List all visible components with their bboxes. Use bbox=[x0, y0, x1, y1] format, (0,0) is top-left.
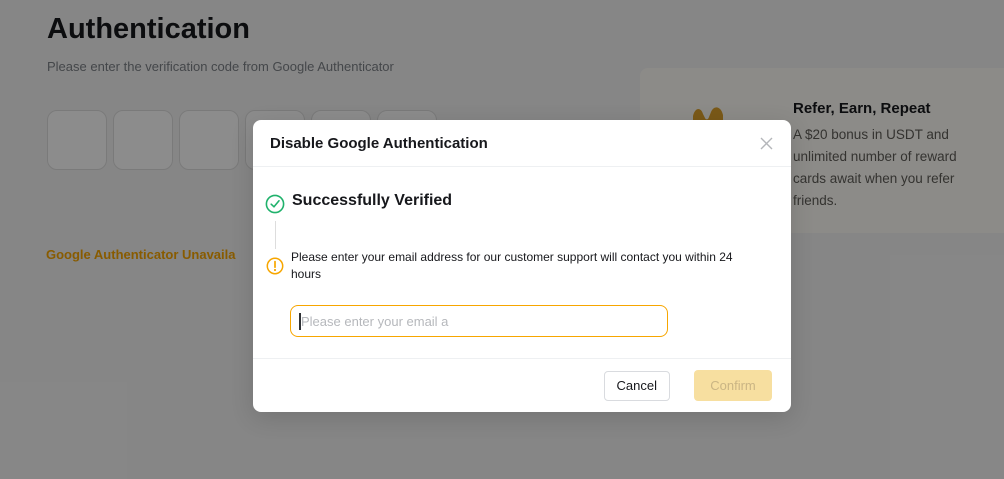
modal-title: Disable Google Authentication bbox=[270, 135, 488, 152]
exclamation-circle-icon bbox=[266, 257, 284, 280]
verified-status-label: Successfully Verified bbox=[292, 192, 452, 210]
confirm-button[interactable]: Confirm bbox=[694, 370, 772, 401]
email-instruction-text: Please enter your email address for our … bbox=[291, 249, 765, 283]
email-field-wrapper bbox=[290, 305, 668, 337]
close-icon[interactable] bbox=[758, 135, 774, 151]
text-caret bbox=[299, 313, 301, 330]
modal-header: Disable Google Authentication bbox=[253, 120, 791, 167]
step-connector-line bbox=[275, 221, 276, 249]
disable-google-auth-modal: Disable Google Authentication Successful… bbox=[253, 120, 791, 412]
modal-footer: Cancel Confirm bbox=[253, 358, 791, 412]
cancel-button[interactable]: Cancel bbox=[604, 371, 670, 401]
email-input[interactable] bbox=[291, 306, 667, 336]
check-circle-icon bbox=[265, 194, 285, 219]
security-settings-page: Authentication Please enter the verifica… bbox=[0, 0, 1004, 479]
